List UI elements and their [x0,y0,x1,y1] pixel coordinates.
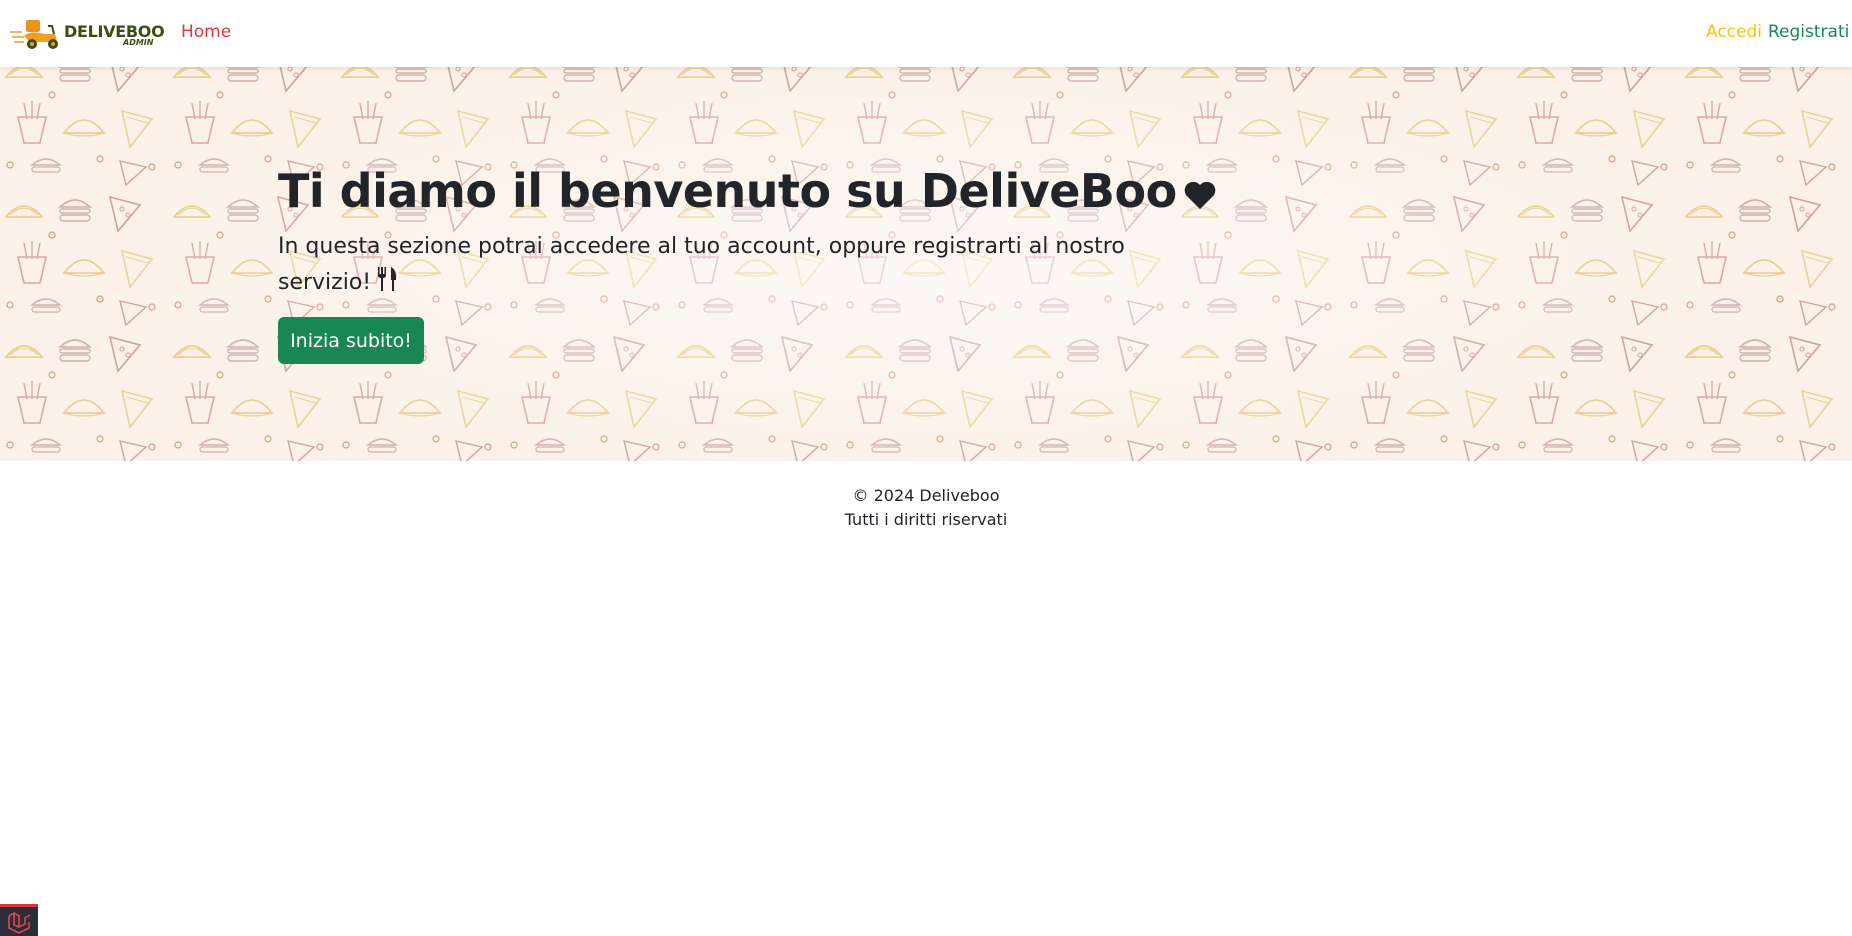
cutlery-icon [378,267,397,291]
laravel-icon [8,912,31,934]
start-now-button[interactable]: Inizia subito! [278,317,424,364]
nav-register-link[interactable]: Registrati [1768,22,1849,42]
hero-title: Ti diamo il benvenuto su DeliveBoo [278,163,1215,219]
hero-subtitle: In questa sezione potrai accedere al tuo… [278,229,1138,301]
footer-copyright: © 2024 Deliveboo [852,486,1000,505]
hero-title-text: Ti diamo il benvenuto su DeliveBoo [278,164,1177,218]
top-navbar: DELIVEBOO ADMIN Home Accedi Registrati [0,0,1852,67]
page-footer: © 2024 Deliveboo Tutti i diritti riserva… [0,484,1852,532]
laravel-debugbar-toggle[interactable] [0,904,38,936]
hero-subtitle-text: In questa sezione potrai accedere al tuo… [278,234,1125,295]
hero-section: Ti diamo il benvenuto su DeliveBoo In qu… [0,67,1852,461]
hero-content: Ti diamo il benvenuto su DeliveBoo In qu… [278,163,1215,301]
brand-subtitle: ADMIN [123,38,154,47]
nav-login-link[interactable]: Accedi [1706,22,1762,42]
scooter-logo-icon [10,20,58,49]
footer-rights: Tutti i diritti riservati [844,510,1008,529]
nav-home-link[interactable]: Home [181,22,231,42]
heart-icon [1184,181,1215,209]
brand-logo[interactable]: DELIVEBOO ADMIN [10,16,165,52]
